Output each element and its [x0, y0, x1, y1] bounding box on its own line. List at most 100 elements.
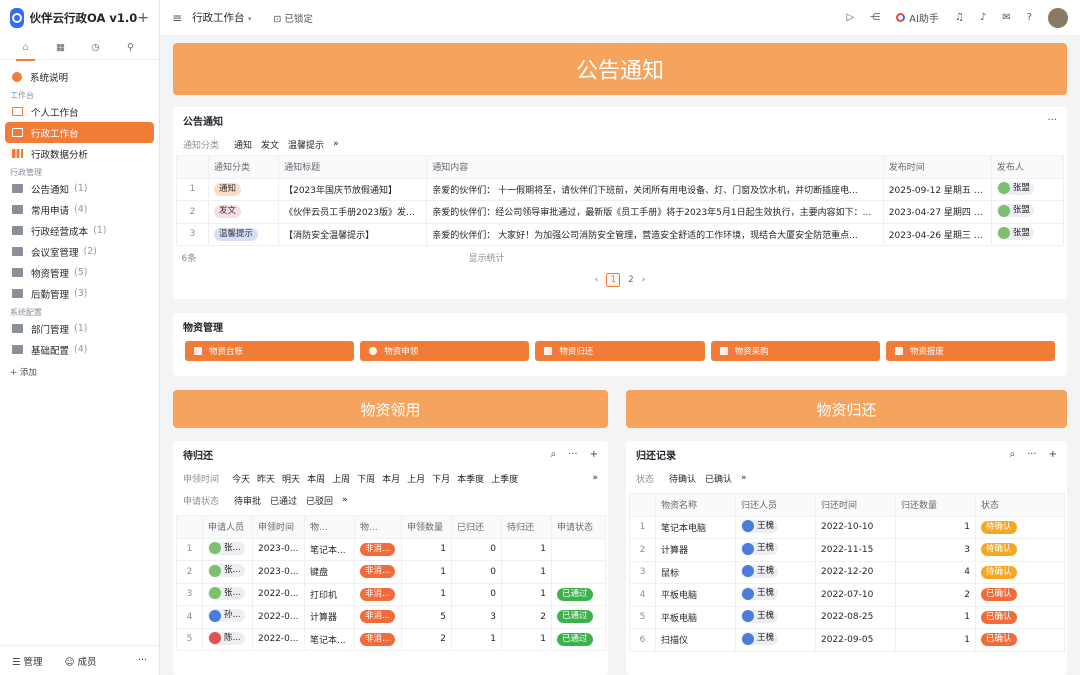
monitor-icon — [12, 128, 23, 137]
filter-option[interactable]: 上周 — [332, 472, 350, 485]
filter-option[interactable]: 温馨提示 — [288, 138, 324, 151]
add-icon[interactable]: + — [590, 449, 598, 460]
more-icon[interactable]: ··· — [568, 449, 578, 460]
table-row[interactable]: 6 扫描仪 王槐 2022-09-05 1 已确认 — [629, 628, 1065, 652]
sidebar-item-materials[interactable]: 物资管理 (5) — [5, 262, 154, 283]
bell-icon[interactable]: ♪ — [980, 12, 986, 23]
sidebar-item-logistics[interactable]: 后勤管理 (3) — [5, 283, 154, 304]
home-tab-icon[interactable]: ⌂ — [8, 38, 43, 61]
filter-option[interactable]: 发文 — [261, 138, 279, 151]
table-row[interactable]: 1 通知 【2023年国庆节放假通知】 亲爱的伙伴们： 十一假期将至，请伙伴们下班前，… — [175, 177, 1065, 201]
filter-option[interactable]: 已确认 — [705, 472, 732, 485]
page-1[interactable]: 1 — [606, 273, 621, 287]
table-row[interactable]: 3 鼠标 王槐 2022-12-20 4 待确认 — [629, 560, 1065, 584]
filter-option[interactable]: 已驳回 — [306, 494, 333, 507]
header-cell: 物... — [354, 515, 402, 539]
table-row[interactable]: 2 计算器 王槐 2022-11-15 3 待确认 — [629, 538, 1065, 562]
table-row[interactable]: 1 笔记本电脑 王槐 2022-10-10 1 待确认 — [629, 515, 1065, 539]
filter-option[interactable]: 下月 — [432, 472, 450, 485]
sidebar-footer: ☰ 管理 ☺ 成员 ··· — [0, 645, 159, 675]
next-page-icon[interactable]: › — [642, 275, 645, 285]
add-icon[interactable]: + — [1049, 449, 1057, 460]
page-title[interactable]: 行政工作台 ▾ — [192, 10, 251, 25]
sidebar-item-system-intro[interactable]: 系统说明 — [5, 66, 154, 87]
kind-tag: 非消... — [360, 587, 396, 601]
filter-option[interactable]: 本季度 — [457, 472, 484, 485]
filter-label: 通知分类 — [183, 140, 220, 151]
sidebar-item-dept[interactable]: 部门管理 (1) — [5, 318, 154, 339]
filter-option[interactable]: 昨天 — [257, 472, 275, 485]
show-stats-button[interactable]: 显示统计 — [279, 246, 1064, 269]
filter-option[interactable]: 通知 — [234, 138, 252, 151]
inbox-icon[interactable]: ✉ — [1002, 12, 1010, 23]
expand-icon[interactable]: » — [333, 139, 339, 149]
ledger-button[interactable]: 物资台账 — [185, 341, 355, 361]
expand-icon[interactable]: » — [741, 473, 747, 483]
sidebar-item-personal[interactable]: 个人工作台 — [5, 101, 154, 122]
time-cell: 2022-09-05 — [815, 628, 896, 652]
table-row[interactable]: 4 孙... 2022-0... 计算器 非消... 5 3 2 已通过 — [176, 605, 606, 629]
scrap-button[interactable]: 物资报废 — [885, 341, 1056, 361]
table-row[interactable]: 3 温馨提示 【消防安全温馨提示】 亲爱的伙伴们： 大家好！为加强公司消防安全管理，营… — [175, 222, 1065, 246]
table-row[interactable]: 5 平板电脑 王槐 2022-08-25 1 已确认 — [629, 605, 1065, 629]
user-chip: 张... — [208, 541, 245, 555]
filter-option[interactable]: 上季度 — [491, 472, 518, 485]
filter-option[interactable]: 已通过 — [270, 494, 297, 507]
row-number: 6 — [629, 628, 656, 652]
notice-content-cell: 亲爱的伙伴们： 大家好！为加强公司消防安全管理，营造安全舒适的工作环境，现结合大… — [426, 222, 884, 246]
sidebar-item-admin[interactable]: 行政工作台 — [5, 122, 154, 143]
time-cell: 2022-0... — [252, 605, 305, 629]
table-row[interactable]: 2 发文 《伙伴云员工手册2023版》发布... 亲爱的伙伴们：经公司领导审批通过，最… — [175, 200, 1065, 224]
search-icon[interactable]: ⌕ — [1009, 449, 1015, 460]
add-icon[interactable]: + — [137, 10, 149, 26]
avatar[interactable] — [1048, 7, 1068, 28]
members-button[interactable]: ☺ 成员 — [65, 654, 97, 668]
share-icon[interactable]: ⋲ — [870, 12, 880, 23]
table-row[interactable]: 4 平板电脑 王槐 2022-07-10 2 已确认 — [629, 583, 1065, 607]
filter-option[interactable]: 待确认 — [669, 472, 696, 485]
sidebar-item-cost[interactable]: 行政经营成本 (1) — [5, 220, 154, 241]
table-row[interactable]: 2 张... 2023-0... 键盘 非消... 1 0 1 — [176, 560, 606, 584]
more-icon[interactable]: ··· — [1027, 449, 1037, 460]
expand-icon[interactable]: » — [342, 495, 348, 505]
page-2[interactable]: 2 — [628, 275, 633, 285]
add-button[interactable]: + 添加 — [0, 360, 159, 378]
apply-button[interactable]: 物资申领 — [360, 341, 530, 361]
filter-option[interactable]: 本月 — [382, 472, 400, 485]
expand-icon[interactable]: » — [592, 473, 598, 483]
sidebar-item-meeting[interactable]: 会议室管理 (2) — [5, 241, 154, 262]
search-icon[interactable]: ⌕ — [550, 449, 556, 460]
filter-option[interactable]: 上月 — [407, 472, 425, 485]
filter-option[interactable]: 下周 — [357, 472, 375, 485]
sidebar-item-analytics[interactable]: 行政数据分析 — [5, 143, 154, 164]
ai-assistant-button[interactable]: AI助手 — [896, 10, 939, 25]
table-tab-icon[interactable]: ▦ — [43, 38, 78, 58]
waiting-cell: 1 — [501, 627, 552, 651]
manage-button[interactable]: ☰ 管理 — [12, 654, 43, 668]
header-cell: 归还时间 — [815, 493, 896, 517]
play-icon[interactable]: ▷ — [846, 12, 854, 23]
table-row[interactable]: 3 张... 2022-0... 打印机 非消... 1 0 1 已通过 — [176, 582, 606, 606]
cart-icon — [719, 347, 728, 355]
purchase-button[interactable]: 物资采购 — [710, 341, 880, 361]
filter-option[interactable]: 待审批 — [234, 494, 261, 507]
sidebar-item-base[interactable]: 基础配置 (4) — [5, 339, 154, 360]
header-cell — [176, 515, 203, 539]
return-button[interactable]: 物资归还 — [535, 341, 705, 361]
help-icon[interactable]: ? — [1027, 12, 1032, 23]
flow-tab-icon[interactable]: ⚲ — [113, 38, 148, 58]
headset-icon[interactable]: ♫ — [955, 12, 964, 23]
more-icon[interactable]: ··· — [138, 655, 147, 666]
sidebar-item-apply[interactable]: 常用申请 (4) — [5, 199, 154, 220]
more-icon[interactable]: ··· — [1047, 115, 1057, 126]
clock-tab-icon[interactable]: ◷ — [78, 38, 113, 58]
filter-option[interactable]: 明天 — [282, 472, 300, 485]
menu-icon[interactable]: ≡ — [172, 11, 182, 25]
table-row[interactable]: 5 陈... 2022-0... 笔记本... 非消... 2 1 1 已通过 — [176, 627, 606, 651]
filter-option[interactable]: 今天 — [232, 472, 250, 485]
sidebar-item-notice[interactable]: 公告通知 (1) — [5, 178, 154, 199]
prev-page-icon[interactable]: ‹ — [595, 275, 598, 285]
user-chip: 张盟 — [996, 226, 1034, 240]
filter-option[interactable]: 本周 — [307, 472, 325, 485]
table-row[interactable]: 1 张... 2023-0... 笔记本... 非消... 1 0 1 — [176, 537, 606, 561]
